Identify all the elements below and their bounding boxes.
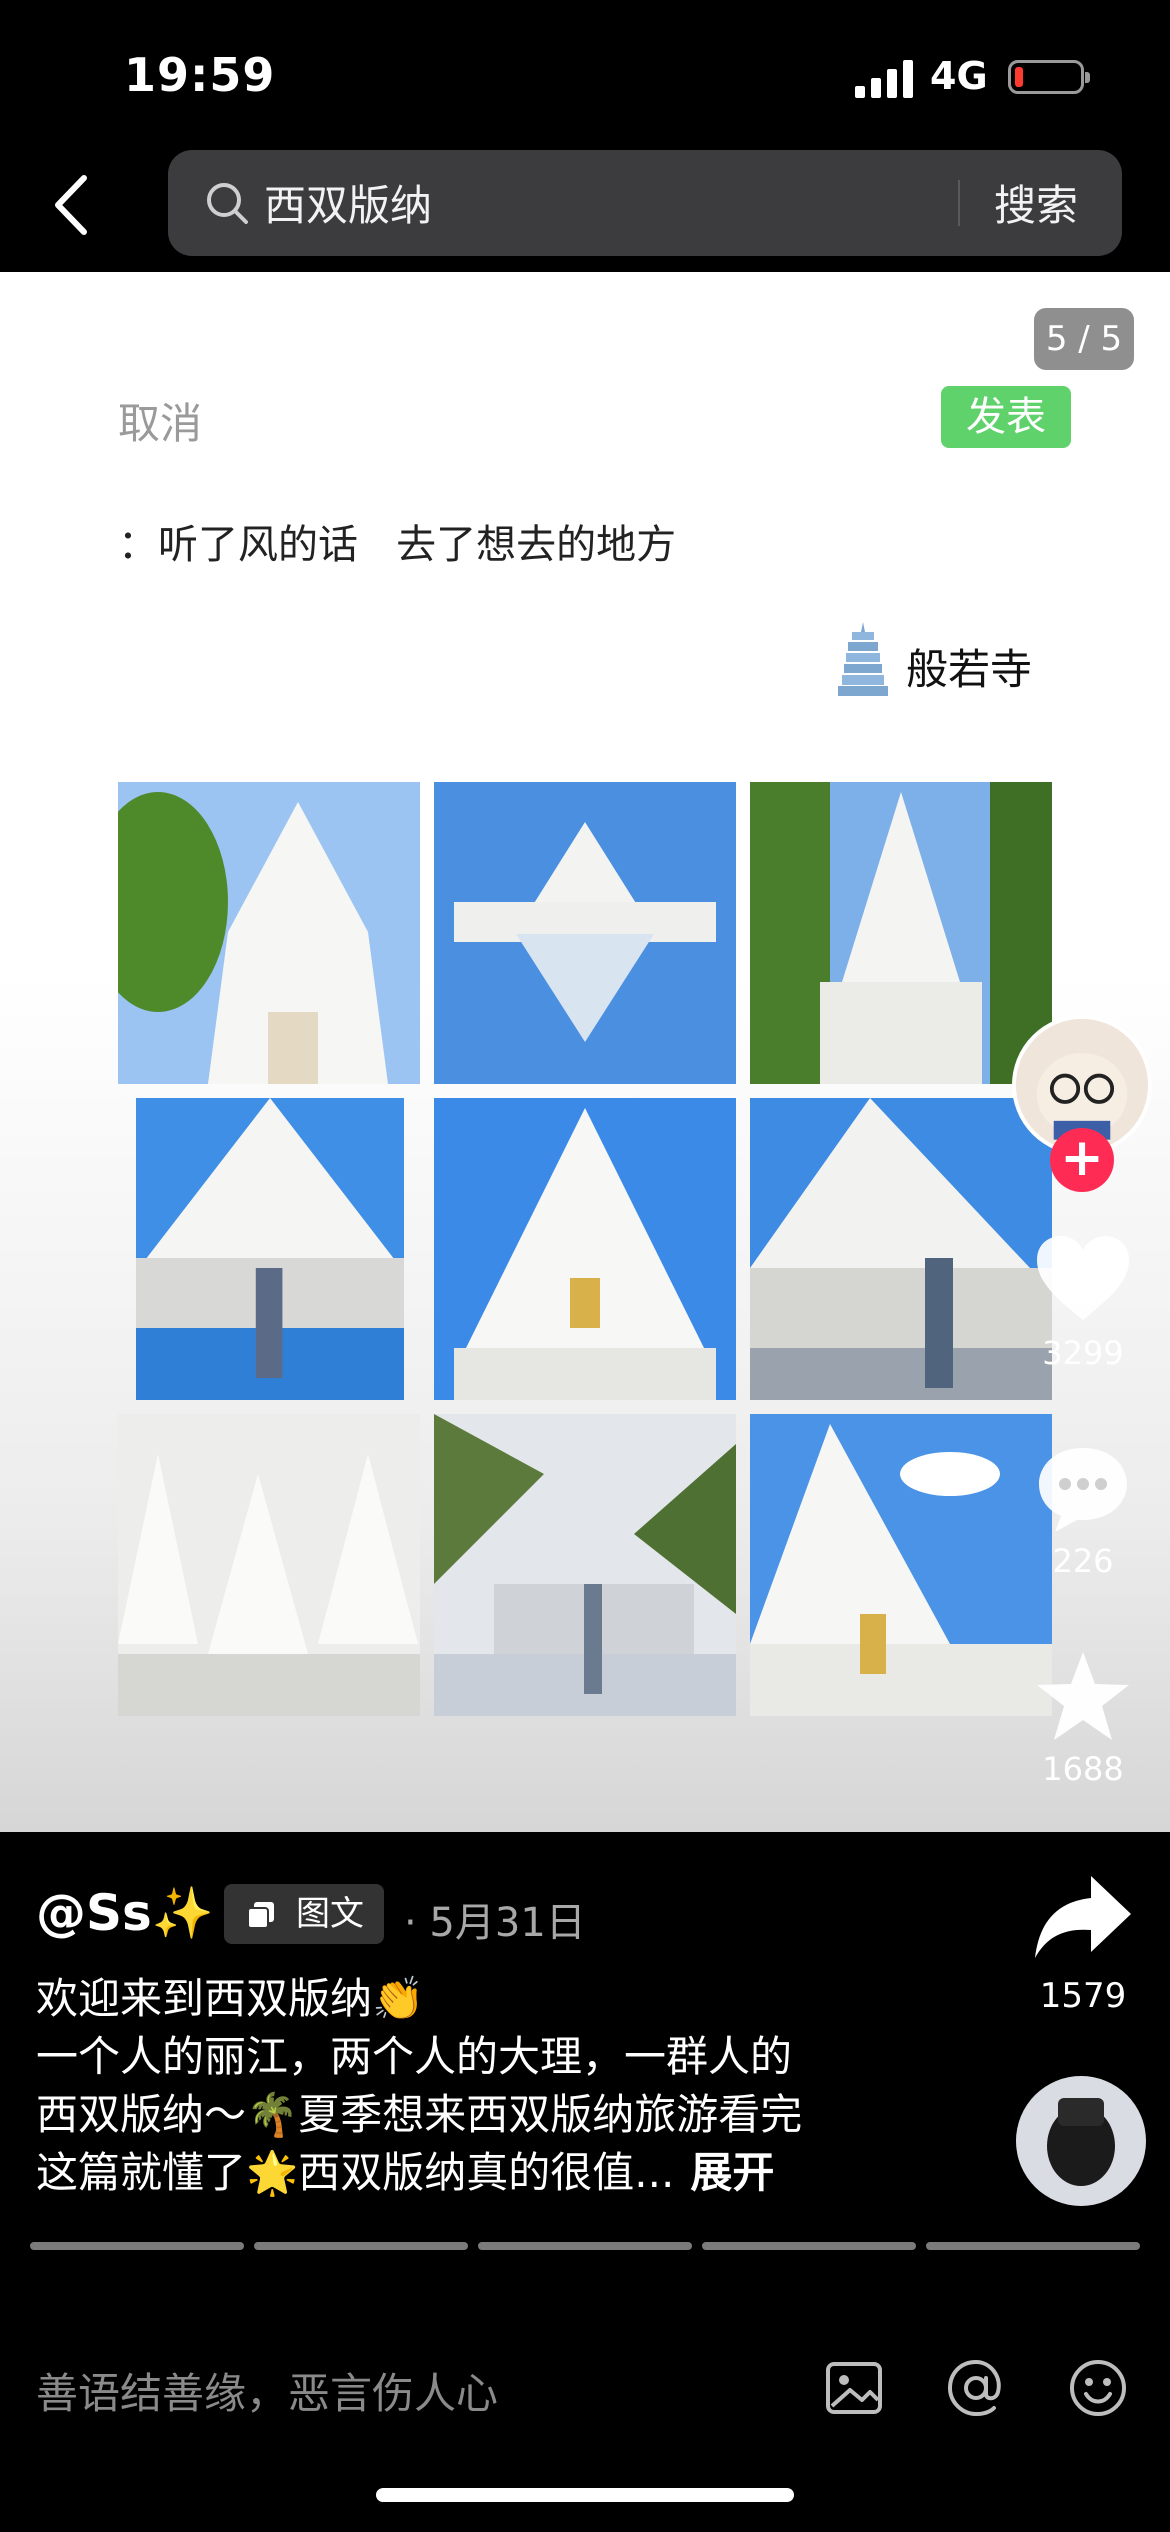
progress-segment: [702, 2242, 916, 2250]
photo-grid: [118, 782, 1052, 1716]
like-count: 3299: [1042, 1334, 1124, 1372]
temple-photo: [750, 1098, 1052, 1400]
post-description[interactable]: 欢迎来到西双版纳👏 一个人的丽江，两个人的大理，一群人的 西双版纳～🌴夏季想来西…: [36, 1970, 936, 2202]
network-type: 4G: [930, 54, 988, 98]
temple-photo: [750, 1414, 1052, 1716]
search-divider: [958, 180, 960, 226]
progress-segment: [254, 2242, 468, 2250]
share-button[interactable]: 1579: [1028, 1872, 1138, 2016]
status-bar: 19:59 4G: [0, 0, 1170, 150]
author-name[interactable]: @Ss✨: [36, 1884, 214, 1943]
post-text: ：听了风的话 去了想去的地方: [118, 522, 677, 568]
comment-count: 226: [1052, 1542, 1114, 1580]
search-header: 西双版纳 搜索: [0, 150, 1170, 272]
description-line: 欢迎来到西双版纳👏: [36, 1974, 425, 2023]
temple-photo: [434, 1414, 736, 1716]
progress-segment: [30, 2242, 244, 2250]
description-line: 一个人的丽江，两个人的大理，一群人的: [36, 2032, 793, 2081]
share-icon: [1035, 1876, 1131, 1958]
description-line: 西双版纳～🌴夏季想来西双版纳旅游看完: [36, 2090, 803, 2139]
search-query: 西双版纳: [264, 181, 433, 230]
favorite-count: 1688: [1042, 1750, 1124, 1788]
pagoda-icon: [838, 622, 888, 696]
post-type-label: 图文: [296, 1894, 364, 1934]
favorite-button[interactable]: 1688: [1028, 1648, 1138, 1788]
heart-icon: [1037, 1236, 1129, 1320]
music-disc[interactable]: [1016, 2076, 1146, 2206]
expand-button[interactable]: 展开: [690, 2148, 774, 2197]
description-line: 这篇就懂了🌟西双版纳真的很值... 展开: [36, 2148, 775, 2197]
temple-photo: [118, 1414, 420, 1716]
share-count: 1579: [1039, 1976, 1127, 2016]
temple-photo: [434, 782, 736, 1084]
search-button[interactable]: 搜索: [994, 172, 1078, 233]
star-icon: [1037, 1652, 1129, 1740]
at-icon[interactable]: [944, 2356, 1008, 2420]
comment-input[interactable]: 善语结善缘，恶言伤人心: [36, 2360, 498, 2421]
temple-photo: [118, 782, 420, 1084]
progress-segment: [478, 2242, 692, 2250]
image-icon[interactable]: [822, 2356, 886, 2420]
emoji-icon[interactable]: [1066, 2356, 1130, 2420]
comment-bar: 善语结善缘，恶言伤人心: [0, 2332, 1170, 2452]
post-date: · 5月31日: [404, 1900, 586, 1946]
progress-segment: [926, 2242, 1140, 2250]
page-indicator: 5 / 5: [1034, 308, 1134, 370]
temple-photo: [750, 782, 1052, 1084]
status-time: 19:59: [124, 48, 276, 102]
post-image[interactable]: 5 / 5 取消 发表 ：听了风的话 去了想去的地方 般若寺: [0, 272, 1170, 1832]
image-progress: [30, 2242, 1140, 2250]
search-icon: [207, 183, 248, 224]
temple-photo: [434, 1098, 736, 1400]
follow-button[interactable]: +: [1050, 1128, 1114, 1192]
like-button[interactable]: 3299: [1028, 1232, 1138, 1372]
post-info: @Ss✨ 图文 · 5月31日 欢迎来到西双版纳👏 一个人的丽江，两个人的大理，…: [0, 1832, 1170, 2532]
comment-button[interactable]: 226: [1028, 1440, 1138, 1580]
home-indicator: [376, 2488, 794, 2502]
cancel-label: 取消: [118, 399, 203, 448]
search-input[interactable]: 西双版纳 搜索: [168, 150, 1122, 256]
back-icon[interactable]: [44, 170, 104, 240]
battery-icon: [1008, 60, 1090, 94]
location-name: 般若寺: [906, 645, 1033, 694]
gallery-icon: [247, 1902, 274, 1929]
temple-photo: [136, 1098, 404, 1400]
signal-icon: [855, 60, 913, 98]
post-type-badge: 图文: [224, 1884, 384, 1944]
publish-label: 发表: [941, 386, 1071, 448]
comment-icon: [1039, 1448, 1127, 1532]
